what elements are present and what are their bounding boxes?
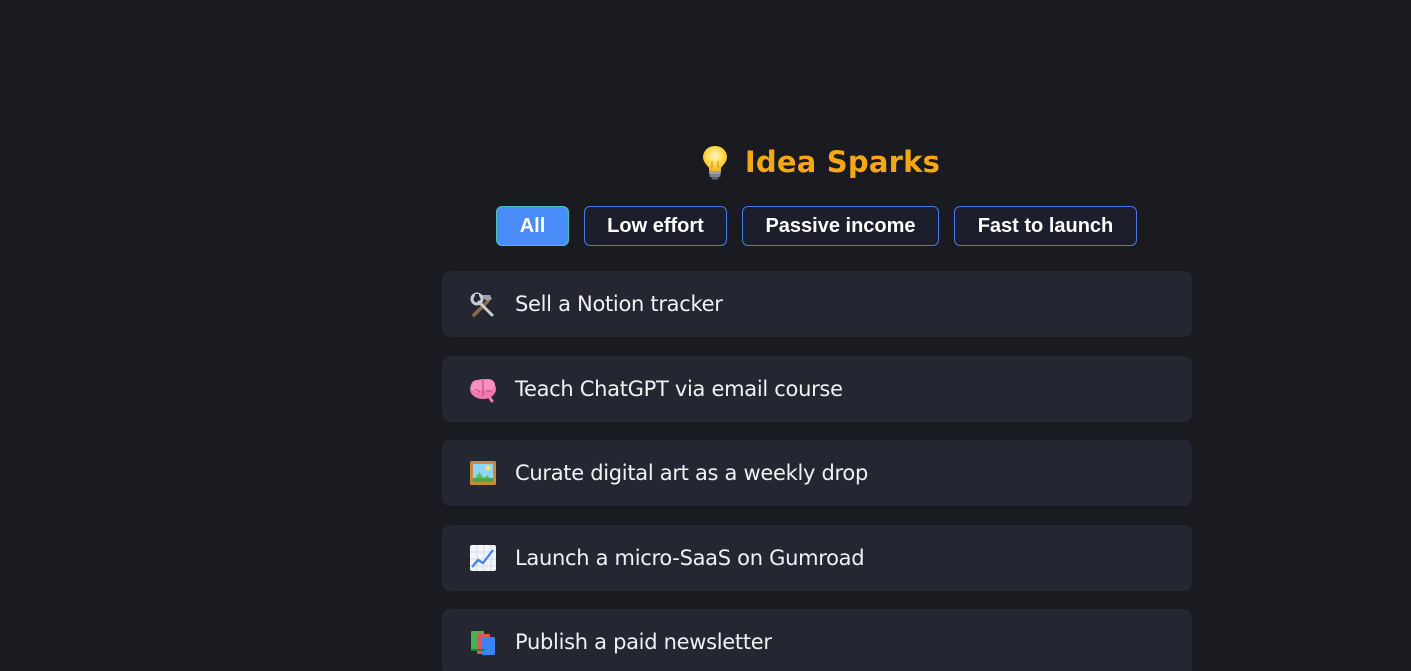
hammer-wrench-icon — [468, 289, 498, 319]
filter-fast-to-launch-button[interactable]: Fast to launch — [954, 206, 1137, 246]
list-item[interactable]: Launch a micro-SaaS on Gumroad — [442, 524, 1192, 591]
idea-list: Sell a Notion tracker Teach ChatGPT via … — [442, 271, 1192, 671]
filter-low-effort-button[interactable]: Low effort — [584, 206, 727, 246]
chart-increasing-icon — [468, 543, 498, 573]
list-item[interactable]: Publish a paid newsletter — [442, 609, 1192, 671]
list-item[interactable]: Teach ChatGPT via email course — [442, 355, 1192, 422]
list-item[interactable]: Curate digital art as a weekly drop — [442, 440, 1192, 506]
framed-picture-icon — [468, 458, 498, 488]
filter-all-button[interactable]: All — [496, 206, 569, 246]
filter-passive-income-button[interactable]: Passive income — [742, 206, 939, 246]
page: Idea Sparks All Low effort Passive incom… — [0, 0, 1411, 671]
idea-label: Curate digital art as a weekly drop — [515, 461, 868, 485]
idea-label: Teach ChatGPT via email course — [515, 376, 843, 401]
title-wrap: Idea Sparks — [699, 142, 940, 182]
page-title: Idea Sparks — [744, 145, 941, 179]
brain-icon — [468, 374, 498, 404]
header: Idea Sparks — [0, 142, 1411, 182]
idea-label: Publish a paid newsletter — [515, 630, 772, 654]
list-item[interactable]: Sell a Notion tracker — [442, 271, 1192, 337]
idea-label: Sell a Notion tracker — [515, 292, 723, 316]
idea-label: Launch a micro-SaaS on Gumroad — [515, 545, 865, 570]
books-icon — [468, 627, 498, 657]
filter-bar: All Low effort Passive income Fast to la… — [496, 206, 1137, 246]
lightbulb-icon — [699, 143, 731, 181]
